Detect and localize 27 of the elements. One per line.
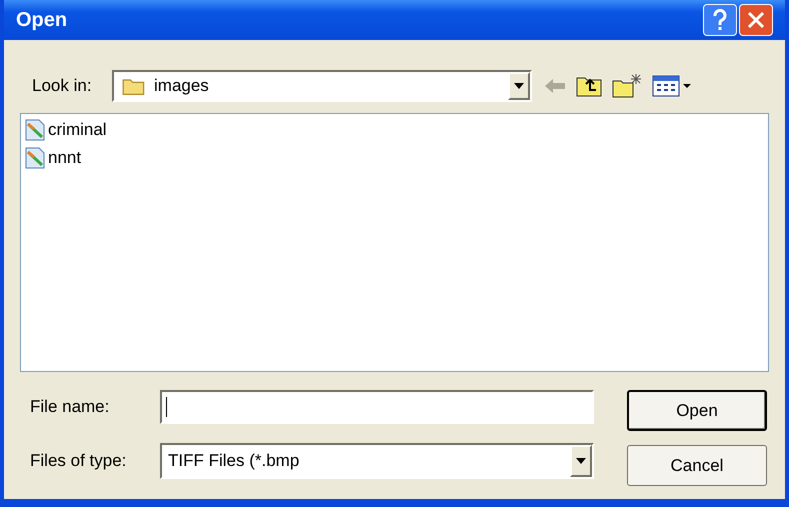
- dropdown-button[interactable]: [508, 72, 530, 100]
- image-file-icon: [24, 147, 46, 169]
- help-button[interactable]: [703, 4, 737, 36]
- file-item[interactable]: criminal: [24, 117, 765, 143]
- look-in-dropdown[interactable]: images: [112, 70, 532, 102]
- image-file-icon: [24, 119, 46, 141]
- help-icon: [712, 9, 728, 31]
- caret-icon: [576, 458, 586, 464]
- dropdown-button[interactable]: [570, 445, 592, 477]
- open-button[interactable]: Open: [627, 390, 767, 431]
- file-type-label: Files of type:: [29, 450, 128, 472]
- text-cursor: [166, 397, 167, 417]
- file-item[interactable]: nnnt: [24, 145, 765, 171]
- cancel-button[interactable]: Cancel: [627, 445, 767, 486]
- file-type-dropdown[interactable]: TIFF Files (*.bmp: [160, 443, 594, 479]
- close-icon: [747, 11, 765, 29]
- close-button[interactable]: [739, 4, 773, 36]
- file-name-field[interactable]: [160, 390, 594, 424]
- look-in-label: Look in:: [31, 75, 93, 98]
- new-folder-icon[interactable]: [612, 74, 642, 98]
- up-folder-icon[interactable]: [576, 75, 602, 97]
- window-title: Open: [16, 8, 68, 33]
- caret-icon: [514, 83, 524, 89]
- view-menu-icon[interactable]: [652, 75, 692, 97]
- file-type-value: TIFF Files (*.bmp: [168, 450, 300, 472]
- look-in-value: images: [154, 75, 210, 98]
- file-name-label: File name:: [29, 396, 110, 418]
